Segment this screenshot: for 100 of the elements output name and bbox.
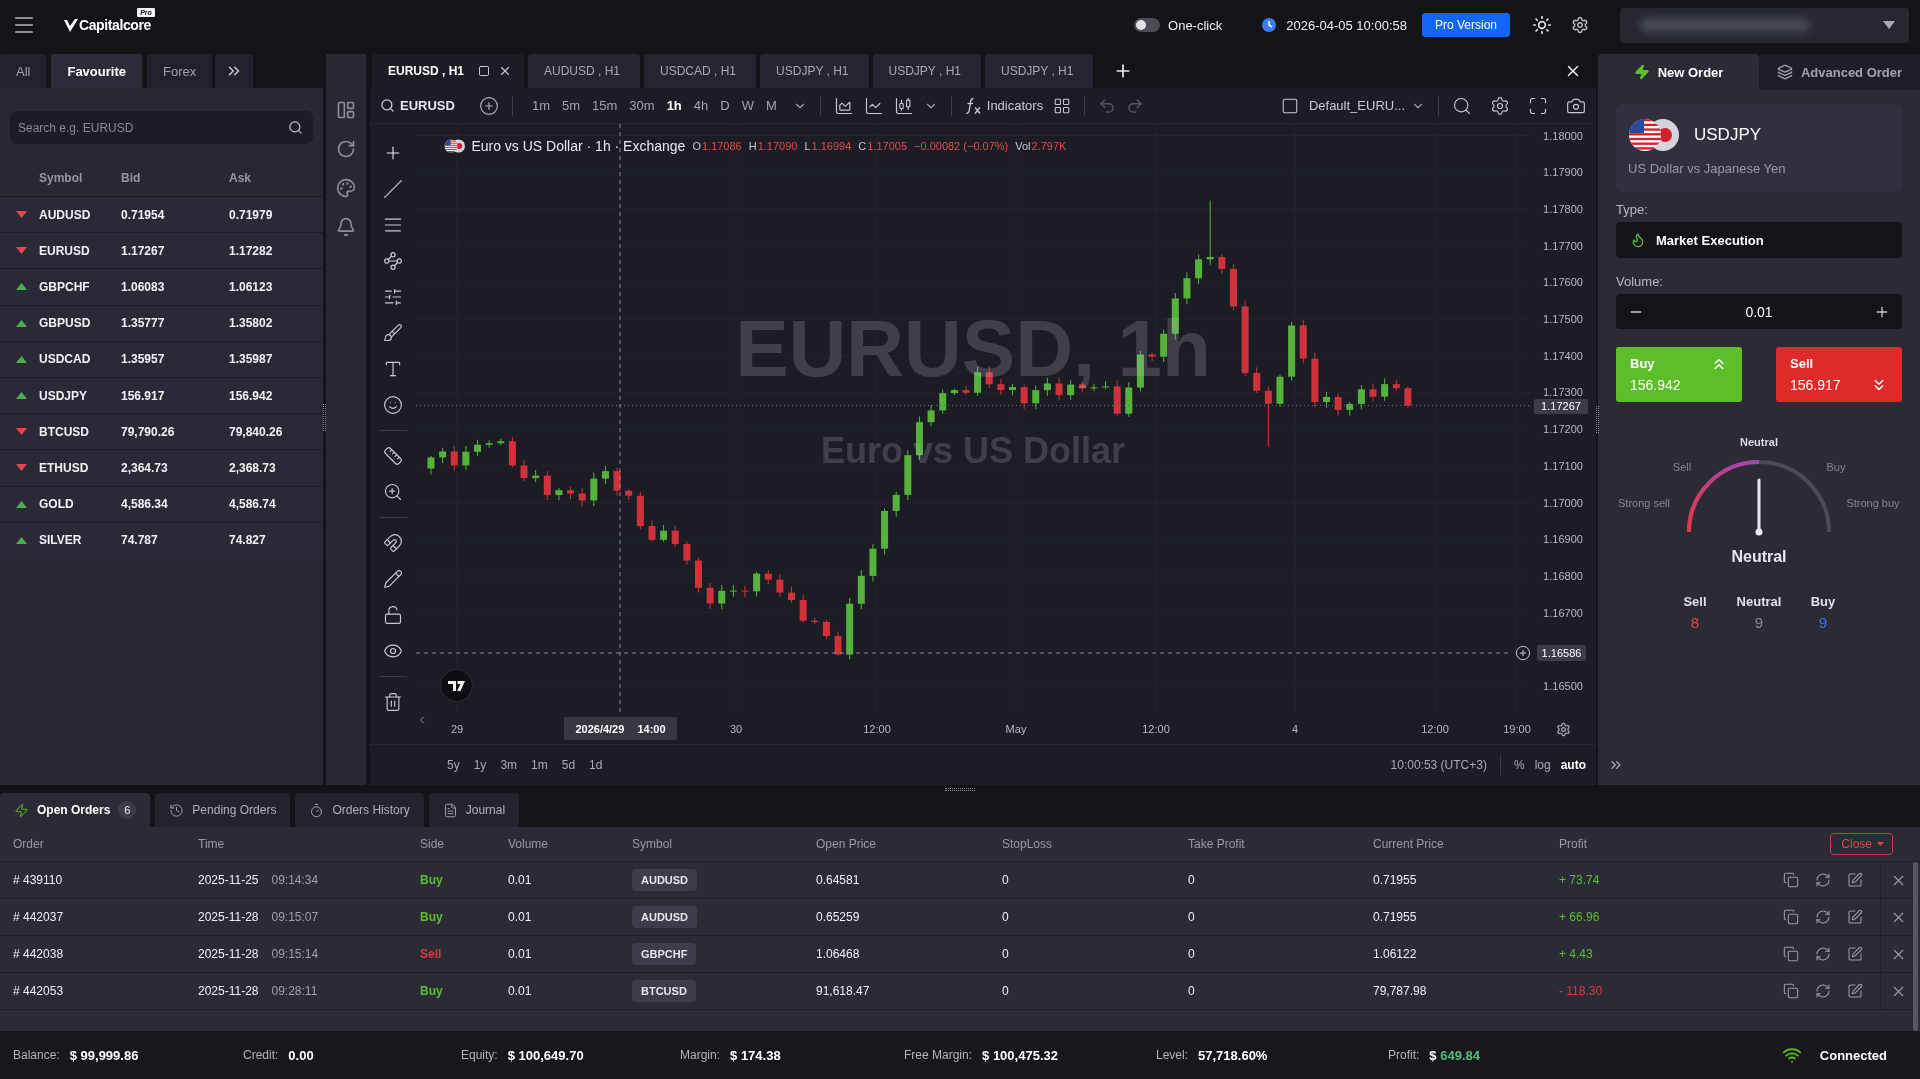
- orders-tab[interactable]: Journal: [428, 793, 520, 827]
- copy-icon[interactable]: [1783, 909, 1799, 925]
- chart-tab[interactable]: AUDUSD , H1: [528, 54, 641, 88]
- refresh-icon[interactable]: [1815, 983, 1831, 999]
- layout-dropdown[interactable]: Default_EURU...: [1308, 98, 1425, 113]
- function-icon: [964, 96, 981, 115]
- interval-button[interactable]: 30m: [623, 92, 661, 119]
- brush-icon[interactable]: [383, 323, 403, 343]
- trash-icon[interactable]: [383, 692, 403, 712]
- symbol-name: GOLD: [39, 497, 74, 512]
- unlocked-padlock-icon[interactable]: [383, 605, 403, 625]
- chart-tab[interactable]: USDJPY , H1: [872, 54, 981, 88]
- square-icon[interactable]: [1280, 96, 1299, 115]
- order-tab[interactable]: Advanced Order: [1759, 54, 1920, 90]
- nodes-icon[interactable]: [383, 251, 403, 271]
- refresh-icon[interactable]: [336, 139, 356, 159]
- chart-tab[interactable]: USDJPY , H1: [985, 54, 1094, 88]
- interval-button[interactable]: D: [714, 92, 736, 119]
- watchlist-tab[interactable]: Favourite: [51, 54, 142, 88]
- symbol-search-button[interactable]: EURUSD: [380, 98, 455, 113]
- copy-icon[interactable]: [1783, 872, 1799, 888]
- chart-tab[interactable]: EURUSD , H1: [372, 54, 524, 88]
- edit-icon[interactable]: [1847, 909, 1863, 925]
- line-chart-icon[interactable]: [863, 95, 884, 116]
- watchlist-tab[interactable]: All: [0, 54, 47, 88]
- count-label: Neutral: [1736, 593, 1782, 611]
- range-button[interactable]: 1m: [526, 758, 553, 772]
- sell-button[interactable]: Sell 156.917: [1776, 347, 1902, 402]
- range-button[interactable]: 5y: [442, 758, 465, 772]
- diagonal-line-icon[interactable]: [383, 179, 403, 199]
- close-icon[interactable]: [498, 64, 512, 78]
- profit-value: + 73.74: [1559, 873, 1600, 887]
- copy-icon[interactable]: [1783, 983, 1799, 999]
- orders-tab[interactable]: Pending Orders: [155, 793, 291, 827]
- grid-icon[interactable]: [1053, 96, 1072, 115]
- interval-button[interactable]: M: [759, 92, 783, 119]
- take-profit-value: 0: [1188, 910, 1195, 924]
- search-field[interactable]: Search e.g. EURUSD: [10, 111, 313, 144]
- chart-tab[interactable]: USDCAD , H1: [644, 54, 757, 88]
- smiley-icon[interactable]: [383, 395, 403, 415]
- chart-tab[interactable]: USDJPY , H1: [760, 54, 869, 88]
- square-icon[interactable]: [478, 65, 490, 77]
- copy-icon[interactable]: [1783, 946, 1799, 962]
- range-button[interactable]: 3m: [495, 758, 523, 772]
- plus-circle-icon[interactable]: [478, 95, 499, 116]
- candlestick-icon[interactable]: [893, 95, 914, 116]
- ruler-icon[interactable]: [383, 446, 403, 466]
- scrollbar[interactable]: [1913, 862, 1918, 1031]
- scale-button[interactable]: %: [1513, 758, 1525, 772]
- edit-icon[interactable]: [1847, 872, 1863, 888]
- order-tab[interactable]: New Order: [1598, 54, 1759, 90]
- range-button[interactable]: 1d: [584, 758, 608, 772]
- sun-icon[interactable]: [1532, 15, 1552, 35]
- scale-button[interactable]: auto: [1560, 758, 1586, 772]
- orders-tab[interactable]: Open Orders 6: [0, 793, 151, 827]
- status-label: Free Margin:: [904, 1048, 973, 1062]
- text-icon[interactable]: [383, 359, 403, 379]
- interval-button[interactable]: 15m: [586, 92, 624, 119]
- search-icon[interactable]: [288, 120, 303, 135]
- edit-icon[interactable]: [1847, 946, 1863, 962]
- column-header: Volume: [508, 837, 549, 851]
- magnifier-icon[interactable]: [1452, 95, 1472, 116]
- interval-button[interactable]: 1h: [660, 92, 688, 119]
- refresh-icon[interactable]: [1815, 872, 1831, 888]
- fullscreen-icon[interactable]: [1528, 95, 1548, 116]
- interval-button[interactable]: 4h: [687, 92, 715, 119]
- area-chart-icon[interactable]: [833, 95, 854, 116]
- range-button[interactable]: 1y: [468, 758, 492, 772]
- sliders-icon[interactable]: [383, 287, 403, 307]
- scale-button[interactable]: log: [1534, 758, 1551, 772]
- more-tabs-button[interactable]: [215, 54, 254, 88]
- refresh-icon[interactable]: [1815, 909, 1831, 925]
- settings-icon[interactable]: [1490, 95, 1510, 116]
- interval-button[interactable]: W: [735, 92, 760, 119]
- refresh-icon[interactable]: [1815, 946, 1831, 962]
- toggle-switch[interactable]: [1134, 18, 1161, 32]
- edit-icon[interactable]: [1847, 983, 1863, 999]
- layout-icon[interactable]: [336, 100, 356, 120]
- range-button[interactable]: 5d: [556, 758, 581, 772]
- indicators-button[interactable]: Indicators: [964, 96, 1044, 115]
- pro-version-button[interactable]: Pro Version: [1421, 13, 1510, 37]
- orders-tab[interactable]: Orders History: [295, 793, 424, 827]
- bell-icon[interactable]: [336, 217, 356, 237]
- price-tick: 1.18000: [1542, 129, 1584, 142]
- zoom-in-icon[interactable]: [383, 482, 403, 502]
- settings-icon[interactable]: [1571, 16, 1589, 34]
- order-type-field[interactable]: Market Execution: [1616, 222, 1902, 258]
- logo-badge-icon[interactable]: [440, 669, 473, 702]
- palette-icon[interactable]: [336, 178, 356, 198]
- interval-button[interactable]: 1m: [525, 92, 556, 119]
- close-button[interactable]: Close: [1830, 833, 1893, 855]
- settings-icon[interactable]: [1555, 721, 1571, 737]
- pencil-icon[interactable]: [383, 569, 403, 589]
- interval-button[interactable]: 5m: [555, 92, 587, 119]
- current-price: 0.71955: [1373, 910, 1417, 924]
- magnet-icon[interactable]: [383, 533, 403, 553]
- order-number: # 442037: [13, 910, 64, 924]
- volume-field[interactable]: 0.01: [1616, 294, 1902, 329]
- watchlist-tab[interactable]: Forex: [146, 54, 213, 88]
- resize-grip-icon[interactable]: [945, 787, 975, 791]
